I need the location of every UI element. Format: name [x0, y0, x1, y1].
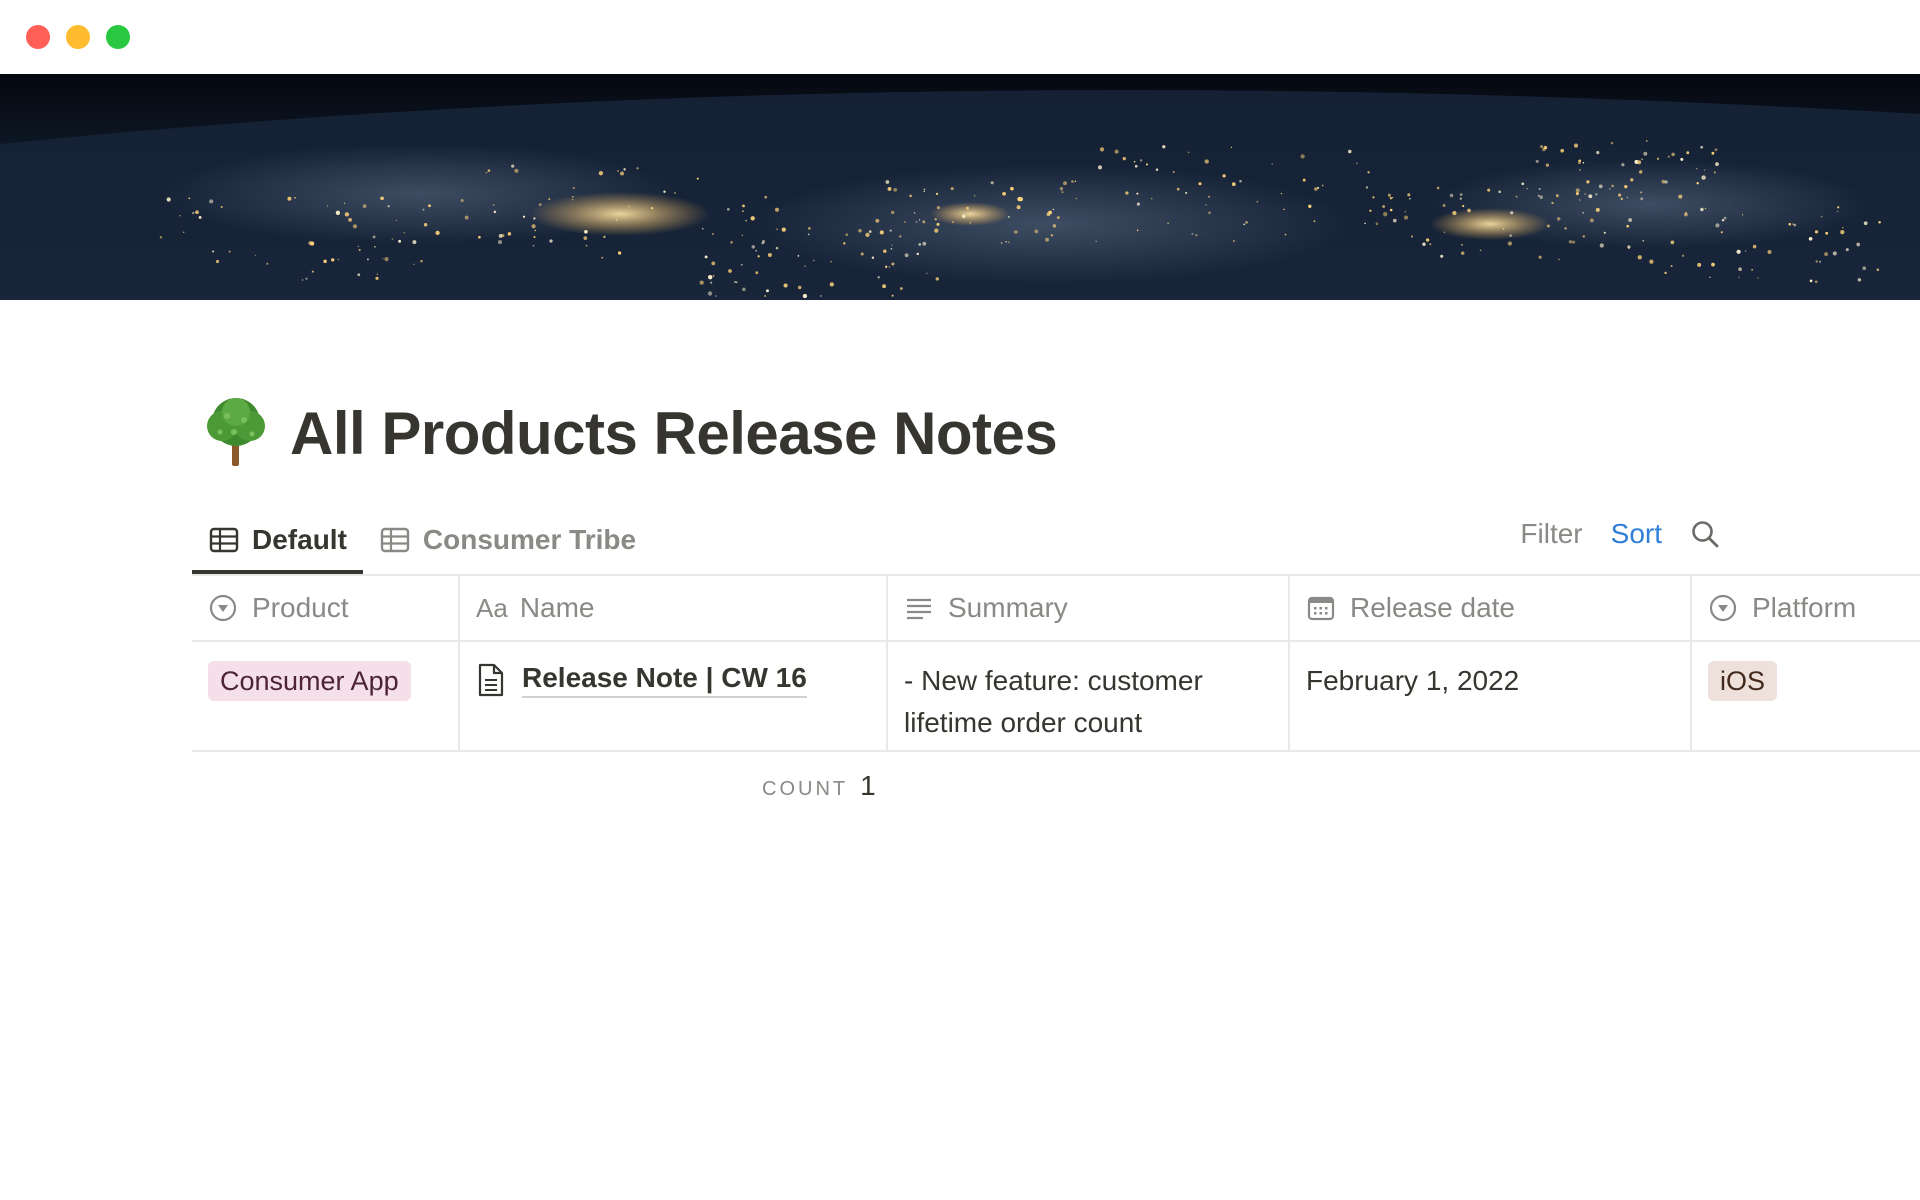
view-tabs: Default Consumer Tribe	[192, 506, 652, 574]
column-header-release-date[interactable]: Release date	[1290, 576, 1692, 640]
tree-emoji-icon[interactable]	[196, 392, 276, 472]
cell-product[interactable]: Consumer App	[192, 642, 460, 750]
table-icon	[209, 527, 239, 553]
column-header-label: Name	[519, 592, 595, 623]
document-icon	[478, 663, 504, 697]
tab-consumer-tribe[interactable]: Consumer Tribe	[363, 506, 652, 574]
window-minimize-button[interactable]	[66, 25, 90, 49]
window-close-button[interactable]	[26, 25, 50, 49]
text-aa-icon: Aa	[476, 592, 508, 623]
product-tag: Consumer App	[208, 661, 411, 701]
sort-button[interactable]: Sort	[1611, 518, 1662, 550]
tab-default[interactable]: Default	[192, 506, 363, 574]
cell-name[interactable]: Release Note | CW 16	[460, 642, 888, 750]
window-titlebar	[0, 0, 1920, 74]
tab-label: Default	[252, 524, 347, 555]
cell-platform[interactable]: iOS	[1692, 642, 1920, 750]
cell-summary[interactable]: - New feature: customer lifetime order c…	[888, 642, 1290, 750]
filter-button[interactable]: Filter	[1520, 518, 1582, 550]
tab-label: Consumer Tribe	[422, 524, 637, 555]
earth-at-night-image	[0, 74, 1920, 300]
select-icon	[1709, 594, 1737, 622]
calendar-icon	[1307, 596, 1335, 621]
table-icon	[380, 527, 410, 553]
cell-release-date[interactable]: February 1, 2022	[1290, 642, 1692, 750]
search-icon[interactable]	[1690, 519, 1720, 549]
count-label: COUNT	[762, 778, 849, 800]
table-row[interactable]: Consumer App Release Note | CW 16 - New …	[192, 640, 1920, 752]
release-note-link[interactable]: Release Note | CW 16	[522, 660, 807, 698]
table-count-footer[interactable]: COUNT 1	[762, 770, 876, 802]
column-header-product[interactable]: Product	[192, 576, 460, 640]
select-icon	[209, 594, 237, 622]
database-table: Product Aa Name Summary Release date Pla…	[192, 574, 1920, 752]
view-toolbar: Filter Sort	[1520, 506, 1720, 562]
text-lines-icon	[907, 598, 931, 620]
column-header-platform[interactable]: Platform	[1692, 576, 1920, 640]
table-header-row: Product Aa Name Summary Release date Pla…	[192, 574, 1920, 640]
column-header-name[interactable]: Aa Name	[460, 576, 888, 640]
column-header-label: Summary	[948, 592, 1068, 623]
page-cover-image	[0, 74, 1920, 300]
column-header-summary[interactable]: Summary	[888, 576, 1290, 640]
column-header-label: Platform	[1752, 592, 1857, 623]
column-header-label: Release date	[1350, 592, 1516, 623]
column-header-label: Product	[252, 592, 349, 623]
platform-tag: iOS	[1708, 661, 1778, 701]
page-title[interactable]: All Products Release Notes	[290, 398, 1058, 470]
count-value: 1	[860, 770, 876, 801]
window-zoom-button[interactable]	[106, 25, 130, 49]
